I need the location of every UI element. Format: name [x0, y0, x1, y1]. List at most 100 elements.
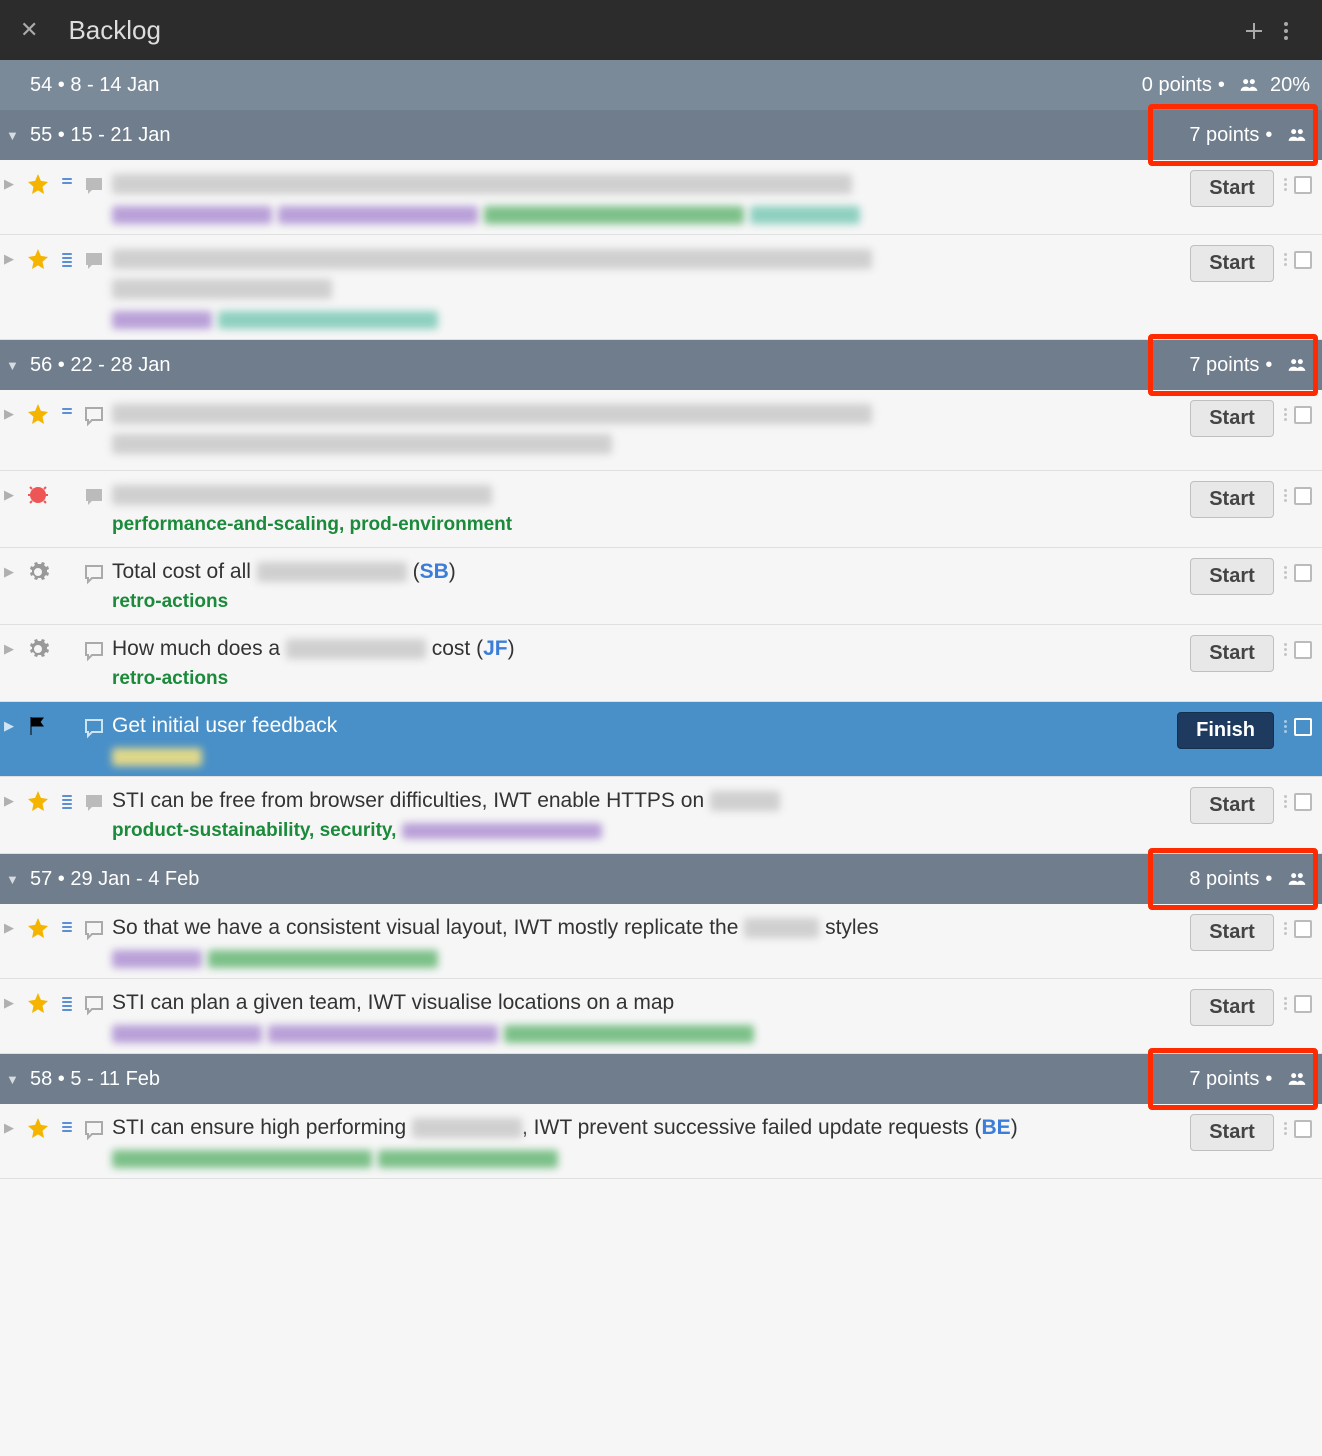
story-title	[112, 170, 1178, 198]
chore-icon	[24, 635, 52, 661]
comment-icon[interactable]	[82, 400, 106, 428]
drag-handle[interactable]	[1280, 914, 1288, 935]
select-checkbox[interactable]	[1294, 176, 1312, 194]
story-row[interactable]: ▶ Start	[0, 390, 1322, 471]
feature-icon	[24, 170, 52, 196]
expand-caret-icon[interactable]: ▶	[4, 558, 18, 580]
story-labels: performance-and-scaling, prod-environmen…	[112, 513, 1178, 537]
select-checkbox[interactable]	[1294, 251, 1312, 269]
select-checkbox[interactable]	[1294, 995, 1312, 1013]
feature-icon	[24, 400, 52, 426]
story-row-selected[interactable]: ▶ Get initial user feedback Finish	[0, 702, 1322, 777]
story-row[interactable]: ▶ STI can ensure high performing , IWT p…	[0, 1104, 1322, 1179]
story-body: How much does a cost (JF) retro-actions	[112, 635, 1184, 691]
start-button[interactable]: Start	[1190, 481, 1274, 518]
start-button[interactable]: Start	[1190, 245, 1274, 282]
select-checkbox[interactable]	[1294, 1120, 1312, 1138]
select-checkbox[interactable]	[1294, 641, 1312, 659]
expand-caret-icon[interactable]: ▶	[4, 712, 18, 734]
estimate-indicator	[58, 400, 76, 414]
select-checkbox[interactable]	[1294, 487, 1312, 505]
drag-handle[interactable]	[1280, 170, 1288, 191]
comment-icon[interactable]	[82, 1114, 106, 1142]
iteration-header-56[interactable]: ▼ 56 • 22 - 28 Jan 7 points•	[0, 340, 1322, 390]
comment-icon[interactable]	[82, 245, 106, 273]
expand-caret-icon[interactable]: ▶	[4, 787, 18, 809]
add-story-button[interactable]	[1238, 16, 1270, 44]
story-row[interactable]: ▶ Total cost of all (SB) retro-actions S…	[0, 548, 1322, 625]
iteration-label: 58 • 5 - 11 Feb	[30, 1068, 1189, 1091]
drag-handle[interactable]	[1280, 1114, 1288, 1135]
iteration-header-57[interactable]: ▼ 57 • 29 Jan - 4 Feb 8 points•	[0, 854, 1322, 904]
story-row[interactable]: ▶ Start	[0, 235, 1322, 340]
story-row[interactable]: ▶ So that we have a consistent visual la…	[0, 904, 1322, 979]
select-checkbox[interactable]	[1294, 793, 1312, 811]
iteration-label: 56 • 22 - 28 Jan	[30, 354, 1189, 377]
story-row[interactable]: ▶ STI can plan a given team, IWT visuali…	[0, 979, 1322, 1054]
comment-icon[interactable]	[82, 914, 106, 942]
drag-handle[interactable]	[1280, 245, 1288, 266]
story-title: Get initial user feedback	[112, 712, 1165, 740]
expand-caret-icon[interactable]: ▶	[4, 989, 18, 1011]
estimate-indicator	[58, 712, 76, 720]
story-title	[112, 400, 1178, 428]
drag-handle[interactable]	[1280, 558, 1288, 579]
expand-caret-icon[interactable]: ▶	[4, 400, 18, 422]
comment-icon[interactable]	[82, 712, 106, 740]
comment-icon[interactable]	[82, 170, 106, 198]
start-button[interactable]: Start	[1190, 400, 1274, 437]
start-button[interactable]: Start	[1190, 635, 1274, 672]
select-checkbox[interactable]	[1294, 406, 1312, 424]
story-row[interactable]: ▶ Start	[0, 160, 1322, 235]
start-button[interactable]: Start	[1190, 558, 1274, 595]
story-labels	[112, 311, 1178, 329]
feature-icon	[24, 1114, 52, 1140]
feature-icon	[24, 245, 52, 271]
drag-handle[interactable]	[1280, 400, 1288, 421]
estimate-indicator	[58, 635, 76, 643]
chore-icon	[24, 558, 52, 584]
select-checkbox[interactable]	[1294, 718, 1312, 736]
people-icon	[1284, 1069, 1310, 1089]
more-menu-icon[interactable]	[1270, 16, 1302, 44]
iteration-header-58[interactable]: ▼ 58 • 5 - 11 Feb 7 points•	[0, 1054, 1322, 1104]
comment-icon[interactable]	[82, 481, 106, 509]
story-body	[112, 245, 1184, 329]
drag-handle[interactable]	[1280, 989, 1288, 1010]
expand-caret-icon[interactable]: ▶	[4, 245, 18, 267]
start-button[interactable]: Start	[1190, 989, 1274, 1026]
drag-handle[interactable]	[1280, 787, 1288, 808]
start-button[interactable]: Start	[1190, 170, 1274, 207]
select-checkbox[interactable]	[1294, 564, 1312, 582]
comment-icon[interactable]	[82, 558, 106, 586]
expand-caret-icon[interactable]: ▶	[4, 635, 18, 657]
owner-initials: BE	[982, 1116, 1011, 1139]
story-row[interactable]: ▶ How much does a cost (JF) retro-action…	[0, 625, 1322, 702]
story-row[interactable]: ▶ performance-and-scaling, prod-environm…	[0, 471, 1322, 548]
start-button[interactable]: Start	[1190, 914, 1274, 951]
select-checkbox[interactable]	[1294, 920, 1312, 938]
start-button[interactable]: Start	[1190, 1114, 1274, 1151]
comment-icon[interactable]	[82, 635, 106, 663]
expand-caret-icon[interactable]: ▶	[4, 481, 18, 503]
story-body: Get initial user feedback	[112, 712, 1171, 766]
story-labels	[112, 206, 1178, 224]
story-row[interactable]: ▶ STI can be free from browser difficult…	[0, 777, 1322, 854]
story-labels: retro-actions	[112, 590, 1178, 614]
comment-icon[interactable]	[82, 989, 106, 1017]
drag-handle[interactable]	[1280, 712, 1288, 733]
close-icon[interactable]: ✕	[20, 17, 38, 43]
iteration-label: 55 • 15 - 21 Jan	[30, 124, 1189, 147]
comment-icon[interactable]	[82, 787, 106, 815]
expand-caret-icon[interactable]: ▶	[4, 170, 18, 192]
finish-button[interactable]: Finish	[1177, 712, 1274, 749]
expand-caret-icon[interactable]: ▶	[4, 914, 18, 936]
drag-handle[interactable]	[1280, 635, 1288, 656]
iteration-header-55[interactable]: ▼ 55 • 15 - 21 Jan 7 points•	[0, 110, 1322, 160]
drag-handle[interactable]	[1280, 481, 1288, 502]
start-button[interactable]: Start	[1190, 787, 1274, 824]
iteration-header-54[interactable]: 54 • 8 - 14 Jan 0 points• 20%	[0, 60, 1322, 110]
people-icon	[1284, 125, 1310, 145]
chevron-down-icon: ▼	[6, 872, 24, 887]
expand-caret-icon[interactable]: ▶	[4, 1114, 18, 1136]
